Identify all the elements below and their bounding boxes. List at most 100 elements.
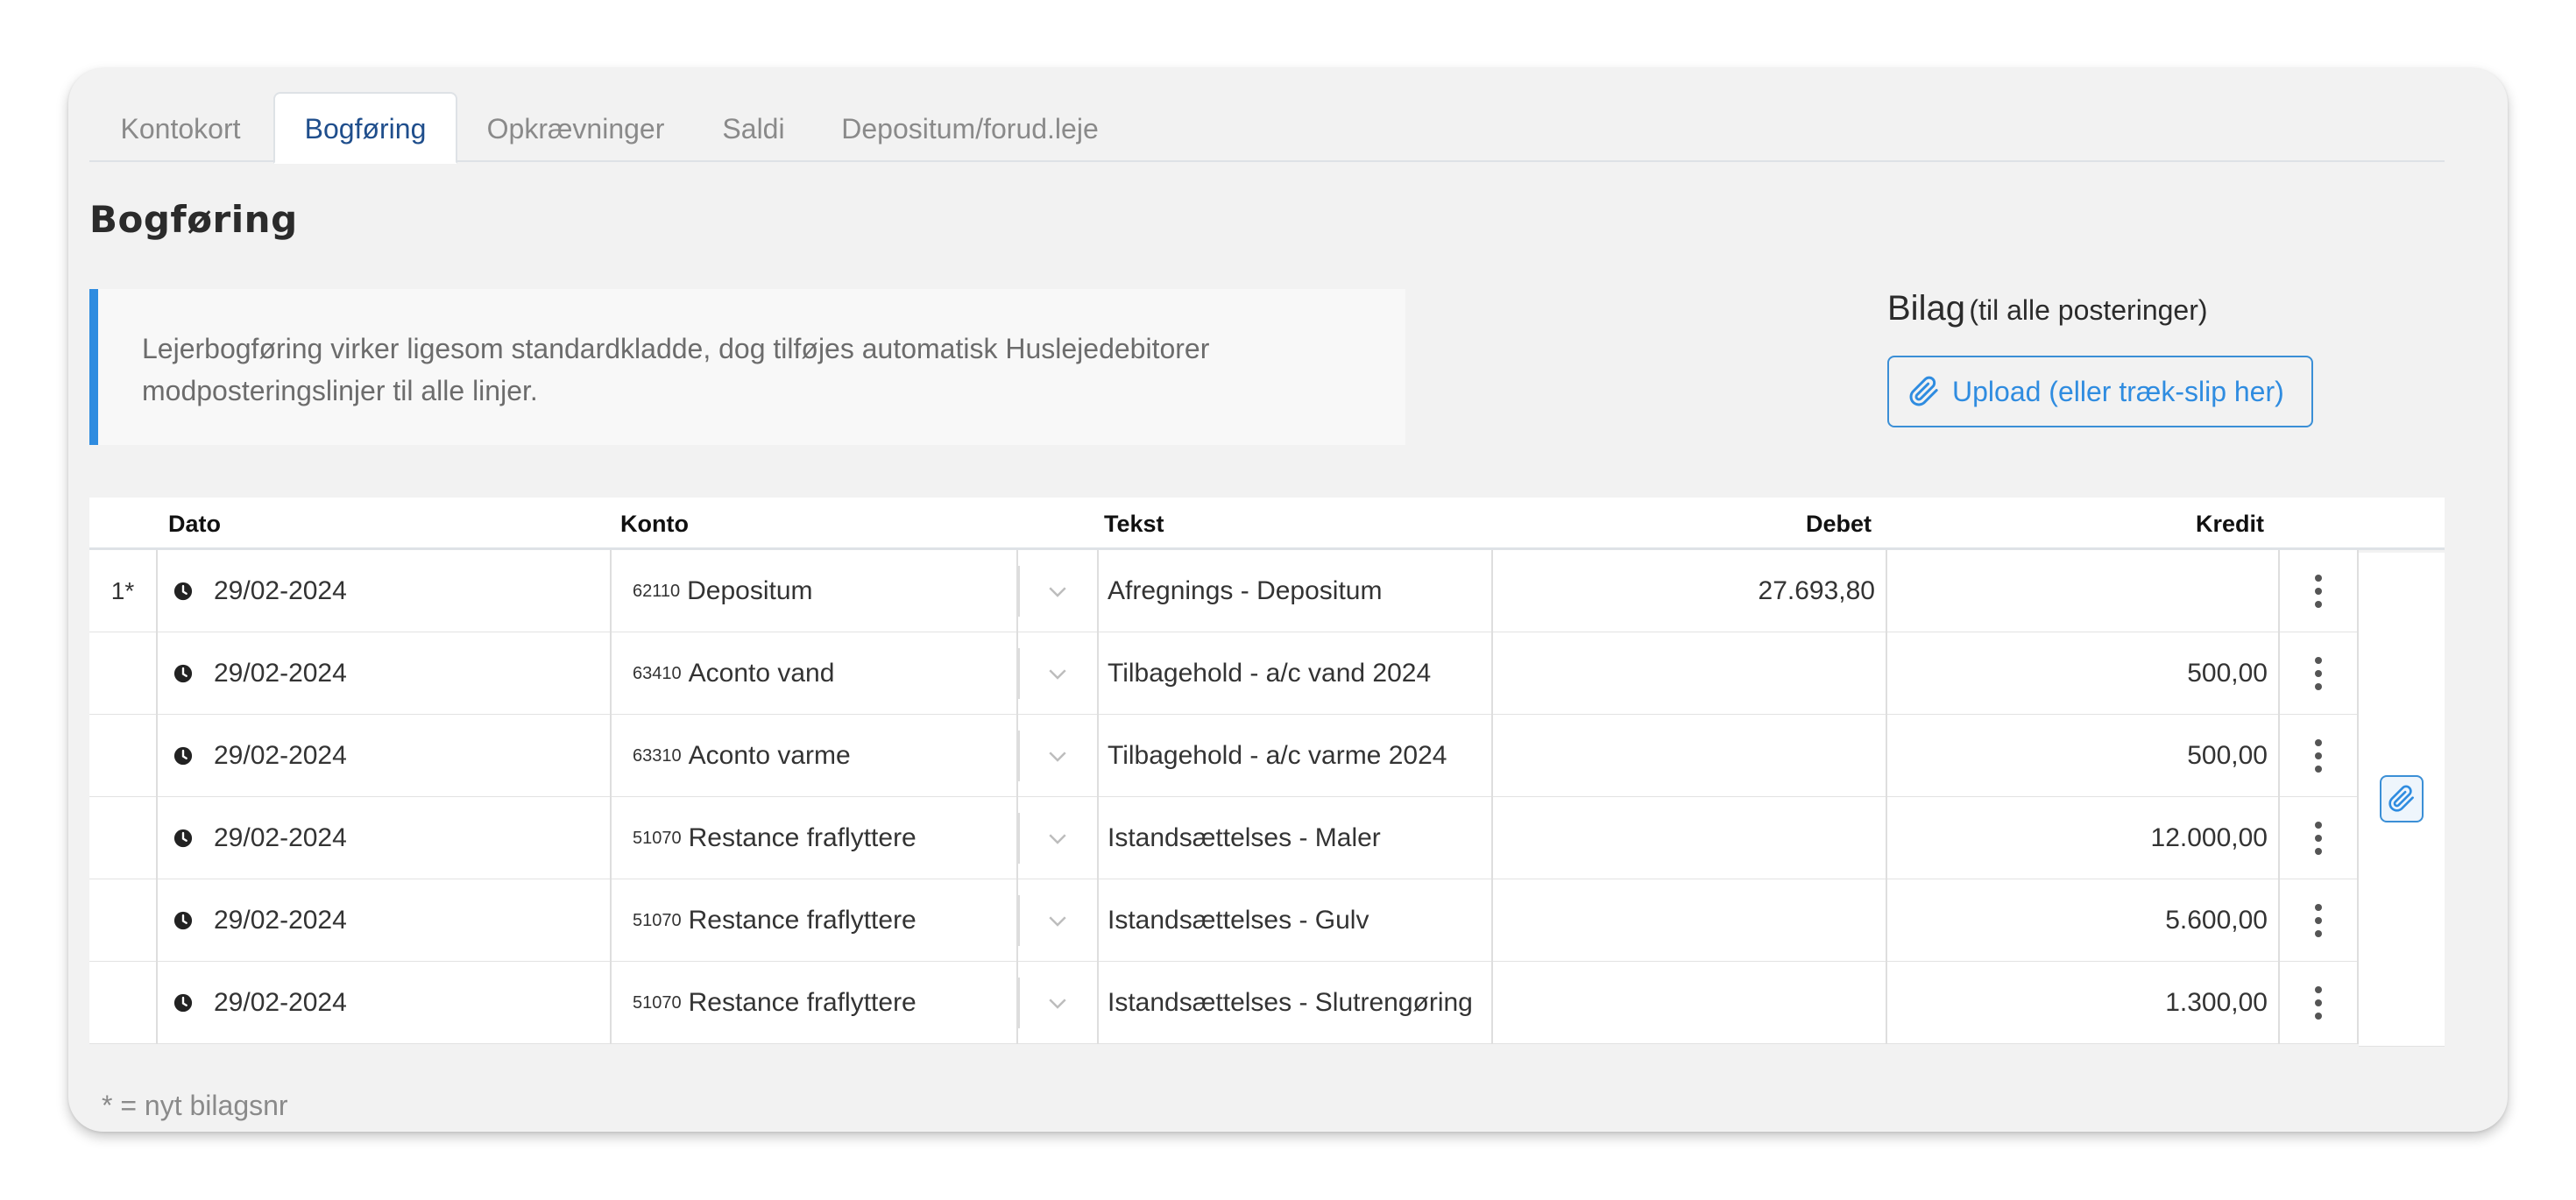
konto-select[interactable]: 62110 Depositum [612, 550, 1018, 632]
chevron-down-icon [1049, 752, 1066, 762]
debet-field[interactable] [1493, 797, 1887, 879]
konto-name: Restance fraflyttere [688, 906, 916, 935]
debet-field[interactable] [1493, 962, 1887, 1044]
clock-icon [173, 993, 193, 1013]
table-row: 29/02-2024 63410 Aconto vand Tilbagehold… [89, 632, 2359, 715]
tekst-field[interactable]: Tilbagehold - a/c vand 2024 [1099, 632, 1493, 715]
kredit-field[interactable] [1887, 550, 2280, 632]
header-konto: Konto [620, 511, 689, 537]
header-debet: Debet [1805, 511, 1872, 537]
page-title: Bogføring [89, 198, 298, 241]
konto-select[interactable]: 51070 Restance fraflyttere [612, 797, 1018, 879]
date-field[interactable]: 29/02-2024 [158, 632, 612, 715]
konto-name: Restance fraflyttere [688, 988, 916, 1017]
debet-field[interactable] [1493, 632, 1887, 715]
konto-dropdown-toggle[interactable] [1018, 632, 1099, 715]
row-number [89, 715, 158, 797]
more-vertical-icon [2315, 739, 2322, 773]
footnote: * = nyt bilagsnr [102, 1090, 288, 1121]
konto-select[interactable]: 51070 Restance fraflyttere [612, 962, 1018, 1044]
row-menu-button[interactable] [2280, 797, 2359, 879]
more-vertical-icon [2315, 986, 2322, 1020]
bilag-title: Bilag [1887, 289, 1965, 328]
tekst-field[interactable]: Istandsættelses - Slutrengøring [1099, 962, 1493, 1044]
row-number [89, 632, 158, 715]
more-vertical-icon [2315, 822, 2322, 855]
kredit-field[interactable]: 12.000,00 [1887, 797, 2280, 879]
konto-dropdown-toggle[interactable] [1018, 550, 1099, 632]
table-header: Dato Konto Tekst Debet Kredit [89, 498, 2445, 550]
kredit-field[interactable]: 500,00 [1887, 632, 2280, 715]
konto-name: Aconto vand [688, 659, 835, 688]
clock-icon [173, 829, 193, 848]
tekst-field[interactable]: Istandsættelses - Maler [1099, 797, 1493, 879]
paperclip-icon [1909, 376, 1938, 406]
paperclip-icon [2388, 785, 2414, 812]
row-menu-button[interactable] [2280, 550, 2359, 632]
kredit-field[interactable]: 500,00 [1887, 715, 2280, 797]
row-number [89, 962, 158, 1044]
debet-field[interactable] [1493, 715, 1887, 797]
konto-dropdown-toggle[interactable] [1018, 962, 1099, 1044]
konto-number: 51070 [633, 992, 682, 1013]
tab-kontokort[interactable]: Kontokort [89, 92, 272, 164]
row-menu-button[interactable] [2280, 632, 2359, 715]
row-menu-button[interactable] [2280, 715, 2359, 797]
tekst-field[interactable]: Afregnings - Depositum [1099, 550, 1493, 632]
tekst-field[interactable]: Istandsættelses - Gulv [1099, 879, 1493, 962]
konto-dropdown-toggle[interactable] [1018, 879, 1099, 962]
clock-icon [173, 582, 193, 601]
tab-bogforing[interactable]: Bogføring [273, 92, 457, 164]
konto-select[interactable]: 63410 Aconto vand [612, 632, 1018, 715]
date-value: 29/02-2024 [214, 741, 347, 770]
upload-button[interactable]: Upload (eller træk-slip her) [1887, 356, 2313, 427]
konto-dropdown-toggle[interactable] [1018, 797, 1099, 879]
row-group-attachment-column [2359, 553, 2445, 1047]
konto-dropdown-toggle[interactable] [1018, 715, 1099, 797]
more-vertical-icon [2315, 657, 2322, 690]
tab-bar: Kontokort Bogføring Opkrævninger Saldi D… [89, 92, 2445, 164]
date-field[interactable]: 29/02-2024 [158, 962, 612, 1044]
bilag-subtitle: (til alle posteringer) [1969, 294, 2208, 326]
tab-depositum[interactable]: Depositum/forud.leje [815, 92, 1125, 164]
date-value: 29/02-2024 [214, 906, 347, 935]
date-field[interactable]: 29/02-2024 [158, 797, 612, 879]
chevron-down-icon [1049, 999, 1066, 1009]
row-menu-button[interactable] [2280, 879, 2359, 962]
chevron-down-icon [1049, 669, 1066, 680]
tab-saldi[interactable]: Saldi [694, 92, 813, 164]
date-value: 29/02-2024 [214, 988, 347, 1017]
row-number [89, 797, 158, 879]
row-menu-button[interactable] [2280, 962, 2359, 1044]
konto-select[interactable]: 63310 Aconto varme [612, 715, 1018, 797]
info-text-line-1: Lejerbogføring virker ligesom standardkl… [142, 333, 1210, 364]
kredit-field[interactable]: 5.600,00 [1887, 879, 2280, 962]
date-value: 29/02-2024 [214, 659, 347, 688]
konto-number: 62110 [633, 581, 681, 601]
konto-name: Depositum [687, 576, 813, 605]
konto-name: Aconto varme [688, 741, 851, 770]
konto-number: 51070 [633, 910, 682, 930]
konto-name: Restance fraflyttere [688, 823, 916, 852]
header-tekst: Tekst [1104, 511, 1164, 537]
accounting-card: Kontokort Bogføring Opkrævninger Saldi D… [68, 68, 2508, 1132]
date-field[interactable]: 29/02-2024 [158, 879, 612, 962]
clock-icon [173, 746, 193, 766]
tekst-field[interactable]: Tilbagehold - a/c varme 2024 [1099, 715, 1493, 797]
date-field[interactable]: 29/02-2024 [158, 715, 612, 797]
table-row: 29/02-2024 51070 Restance fraflyttere Is… [89, 797, 2359, 879]
date-field[interactable]: 29/02-2024 [158, 550, 612, 632]
kredit-field[interactable]: 1.300,00 [1887, 962, 2280, 1044]
posting-table: Dato Konto Tekst Debet Kredit 1* 29/02-2… [89, 498, 2445, 1047]
debet-field[interactable]: 27.693,80 [1493, 550, 1887, 632]
debet-field[interactable] [1493, 879, 1887, 962]
date-value: 29/02-2024 [214, 576, 347, 605]
table-body: 1* 29/02-2024 62110 Depositum Afregnings… [89, 550, 2445, 1044]
konto-number: 63310 [633, 745, 682, 766]
more-vertical-icon [2315, 904, 2322, 937]
tab-opkraevninger[interactable]: Opkrævninger [459, 92, 692, 164]
attach-bilag-button[interactable] [2380, 775, 2424, 822]
date-value: 29/02-2024 [214, 823, 347, 852]
chevron-down-icon [1049, 916, 1066, 927]
konto-select[interactable]: 51070 Restance fraflyttere [612, 879, 1018, 962]
